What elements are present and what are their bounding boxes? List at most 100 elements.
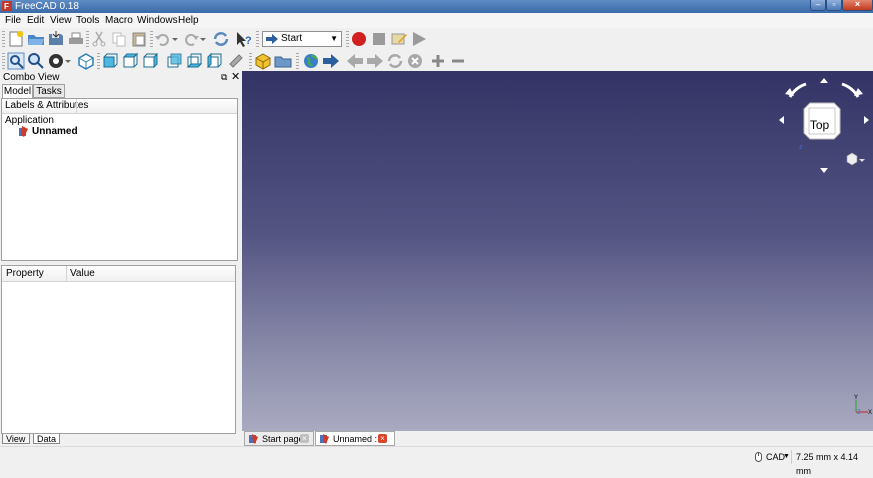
toolbar-grip[interactable] xyxy=(256,31,259,47)
rear-view-icon[interactable] xyxy=(165,52,183,70)
toolbar-grip[interactable] xyxy=(97,53,100,69)
menu-macro[interactable]: Macro xyxy=(105,14,133,27)
tab-unnamed-document[interactable]: Unnamed : 1 × xyxy=(315,431,395,446)
close-window-button[interactable]: × xyxy=(842,0,873,11)
freecad-icon xyxy=(320,434,329,444)
tab-start-page[interactable]: Start page × xyxy=(244,431,314,446)
toolbar-grip[interactable] xyxy=(150,31,153,47)
axis-cross-icon: Y Z X xyxy=(854,395,872,416)
tab-model[interactable]: Model xyxy=(2,84,33,98)
tab-label: Unnamed : 1 xyxy=(333,434,385,444)
chevron-down-icon[interactable]: ▼ xyxy=(783,450,790,464)
paste-icon[interactable] xyxy=(130,30,148,48)
right-view-icon[interactable] xyxy=(141,52,159,70)
navcube-face-label[interactable]: Top xyxy=(808,118,831,132)
close-tab-icon[interactable]: × xyxy=(300,434,309,443)
menu-view[interactable]: View xyxy=(50,14,72,27)
whats-this-icon[interactable]: ? xyxy=(235,30,253,48)
menu-bar: File Edit View Tools Macro Windows Help xyxy=(0,13,873,29)
menu-file[interactable]: File xyxy=(5,14,21,27)
web-open-icon[interactable] xyxy=(322,52,340,70)
close-panel-icon[interactable]: ✕ xyxy=(231,71,240,83)
top-view-icon[interactable] xyxy=(121,52,139,70)
measure-distance-icon[interactable] xyxy=(227,52,245,70)
print-icon[interactable] xyxy=(67,30,85,48)
tab-data[interactable]: Data xyxy=(33,434,60,444)
property-tabs: View Data xyxy=(0,434,241,445)
tab-tasks[interactable]: Tasks xyxy=(33,84,65,98)
property-header: Property Value xyxy=(2,266,235,282)
workbench-selector[interactable]: Start ▼ xyxy=(262,31,342,47)
3d-viewport[interactable]: z Top Y Z X xyxy=(242,71,873,431)
file-toolbar: ? Start ▼ xyxy=(0,28,873,51)
menu-windows[interactable]: Windows xyxy=(137,14,178,27)
tree-item-document[interactable]: Unnamed xyxy=(32,126,78,138)
reload-page-icon[interactable] xyxy=(386,52,404,70)
svg-text:F: F xyxy=(4,2,9,11)
save-icon[interactable] xyxy=(47,30,65,48)
model-tree[interactable]: Labels & Attributes Application Unnamed xyxy=(1,98,238,261)
front-view-icon[interactable] xyxy=(101,52,119,70)
close-tab-icon[interactable]: × xyxy=(378,434,387,443)
cut-icon[interactable] xyxy=(90,30,108,48)
record-macro-icon[interactable] xyxy=(350,30,368,48)
navigate-back-icon[interactable] xyxy=(346,52,364,70)
value-column-header[interactable]: Value xyxy=(70,266,95,281)
property-column-header[interactable]: Property xyxy=(6,266,44,281)
view-toolbar xyxy=(0,50,873,71)
tab-view[interactable]: View xyxy=(2,434,30,444)
undo-icon[interactable] xyxy=(154,30,172,48)
minimize-button[interactable]: – xyxy=(810,0,826,11)
open-folder-icon[interactable] xyxy=(27,30,45,48)
tree-header: Labels & Attributes xyxy=(2,99,237,114)
toolbar-grip[interactable] xyxy=(2,53,5,69)
copy-icon[interactable] xyxy=(110,30,128,48)
menu-edit[interactable]: Edit xyxy=(27,14,44,27)
title-bar: F FreeCAD 0.18 – ▫ × xyxy=(0,0,873,13)
menu-help[interactable]: Help xyxy=(178,14,199,27)
combo-view-tabs: Model Tasks xyxy=(0,84,241,98)
stop-macro-icon[interactable] xyxy=(370,30,388,48)
create-part-icon[interactable] xyxy=(254,52,272,70)
navigate-forward-icon[interactable] xyxy=(366,52,384,70)
property-editor[interactable]: Property Value xyxy=(1,265,236,434)
run-macro-icon[interactable] xyxy=(410,30,428,48)
float-panel-icon[interactable]: ⧉ xyxy=(221,72,227,82)
web-home-icon[interactable] xyxy=(302,52,320,70)
undo-dropdown-icon[interactable] xyxy=(171,30,179,48)
draw-style-dropdown-icon[interactable] xyxy=(64,52,72,70)
create-group-icon[interactable] xyxy=(274,52,292,70)
isometric-view-icon[interactable] xyxy=(77,52,95,70)
x-axis-label: X xyxy=(868,410,872,416)
toolbar-grip[interactable] xyxy=(86,31,89,47)
edit-macro-icon[interactable] xyxy=(390,30,408,48)
combo-view-title: Combo View xyxy=(3,72,60,83)
column-divider xyxy=(76,99,77,113)
refresh-icon[interactable] xyxy=(212,30,230,48)
toolbar-grip[interactable] xyxy=(346,31,349,47)
toolbar-grip[interactable] xyxy=(249,53,252,69)
window-title: FreeCAD 0.18 xyxy=(15,1,79,12)
mouse-icon xyxy=(755,452,762,462)
maximize-button[interactable]: ▫ xyxy=(826,0,842,11)
bottom-view-icon[interactable] xyxy=(185,52,203,70)
svg-text:z: z xyxy=(799,144,803,151)
tab-label: Start page xyxy=(262,434,304,444)
status-bar: CAD ▼ 7.25 mm x 4.14 mm xyxy=(0,446,873,476)
status-divider xyxy=(791,450,792,464)
draw-style-icon[interactable] xyxy=(47,52,65,70)
toolbar-grip[interactable] xyxy=(2,31,5,47)
toolbar-grip[interactable] xyxy=(296,53,299,69)
menu-tools[interactable]: Tools xyxy=(76,14,99,27)
svg-text:?: ? xyxy=(245,35,252,47)
stop-loading-icon[interactable] xyxy=(406,52,424,70)
redo-dropdown-icon[interactable] xyxy=(199,30,207,48)
new-document-icon[interactable] xyxy=(7,30,25,48)
fit-all-icon[interactable] xyxy=(7,52,25,70)
left-view-icon[interactable] xyxy=(205,52,223,70)
zoom-in-icon[interactable] xyxy=(429,52,447,70)
redo-icon[interactable] xyxy=(182,30,200,48)
zoom-out-icon[interactable] xyxy=(449,52,467,70)
fit-selection-icon[interactable] xyxy=(27,52,45,70)
column-divider xyxy=(66,266,67,281)
